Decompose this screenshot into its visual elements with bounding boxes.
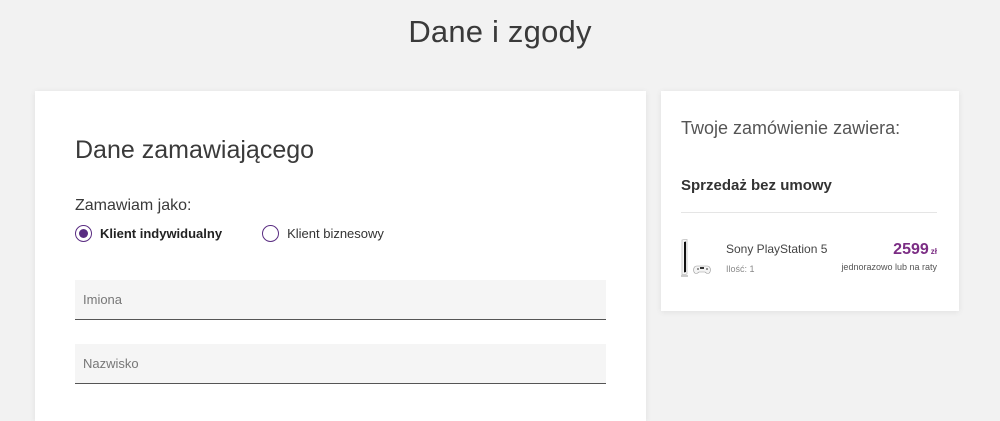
order-type-heading: Sprzedaż bez umowy xyxy=(681,177,832,194)
radio-business-client[interactable]: Klient biznesowy xyxy=(262,225,384,242)
product-price: 2599 xyxy=(893,241,929,258)
radio-individual-label: Klient indywidualny xyxy=(100,226,223,241)
radio-dot xyxy=(79,229,88,238)
product-name: Sony PlayStation 5 xyxy=(726,242,828,256)
first-name-input[interactable] xyxy=(75,280,606,319)
first-name-field xyxy=(75,280,606,320)
order-as-label: Zamawiam jako: xyxy=(75,197,192,214)
price-payment-note: jednorazowo lub na raty xyxy=(841,262,937,272)
last-name-input[interactable] xyxy=(75,344,606,383)
product-quantity: Ilość: 1 xyxy=(726,264,755,274)
price-block: 2599 zł jednorazowo lub na raty xyxy=(841,241,937,272)
customer-data-form: Dane zamawiającego Zamawiam jako: Klient… xyxy=(35,91,646,421)
page-title: Dane i zgody xyxy=(408,14,592,49)
section-title: Dane zamawiającego xyxy=(75,136,315,164)
radio-button-selected[interactable] xyxy=(75,225,92,242)
customer-type-radio-group: Klient indywidualny Klient biznesowy xyxy=(75,225,424,242)
radio-individual-client[interactable]: Klient indywidualny xyxy=(75,225,222,242)
radio-business-label: Klient biznesowy xyxy=(287,226,384,241)
radio-button-unselected[interactable] xyxy=(262,225,280,242)
order-summary-card: Twoje zamówienie zawiera: Sprzedaż bez u… xyxy=(661,91,959,311)
last-name-field xyxy=(75,344,606,384)
price-currency: zł xyxy=(930,247,937,256)
divider xyxy=(681,212,937,213)
order-summary-title: Twoje zamówienie zawiera: xyxy=(681,118,901,138)
playstation-console-icon xyxy=(681,239,711,277)
